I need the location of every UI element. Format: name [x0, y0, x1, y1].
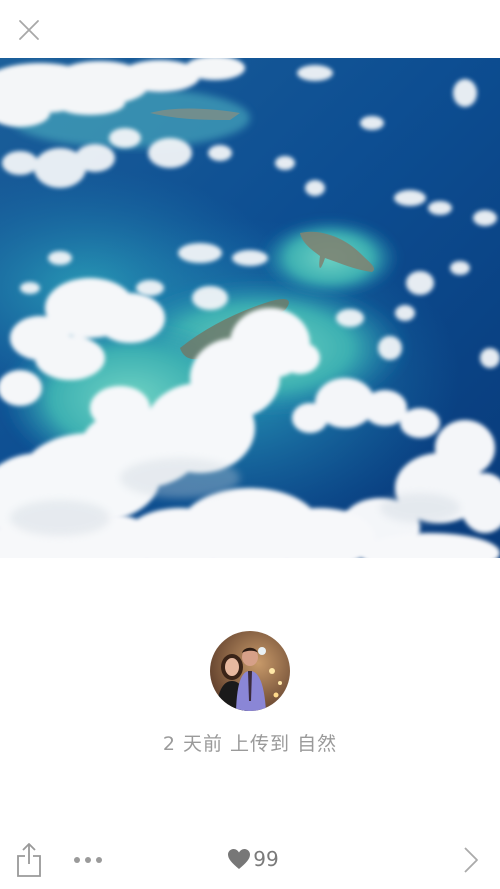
share-button[interactable] — [12, 840, 46, 880]
bottom-toolbar: 99 — [0, 836, 500, 886]
chevron-right-icon — [464, 847, 478, 873]
more-icon — [74, 857, 102, 863]
close-icon — [19, 20, 39, 40]
avatar-photo — [210, 631, 290, 711]
avatar[interactable] — [210, 631, 290, 711]
aerial-photo — [0, 58, 500, 558]
close-button[interactable] — [14, 15, 44, 45]
heart-icon — [228, 849, 251, 869]
photo[interactable] — [0, 58, 500, 558]
like-count: 99 — [253, 847, 279, 871]
next-button[interactable] — [456, 842, 486, 878]
more-button[interactable] — [70, 848, 106, 872]
like-button[interactable]: 99 — [218, 844, 288, 874]
upload-info: 2 天前 上传到 自然 — [162, 733, 338, 755]
share-icon — [17, 843, 41, 877]
